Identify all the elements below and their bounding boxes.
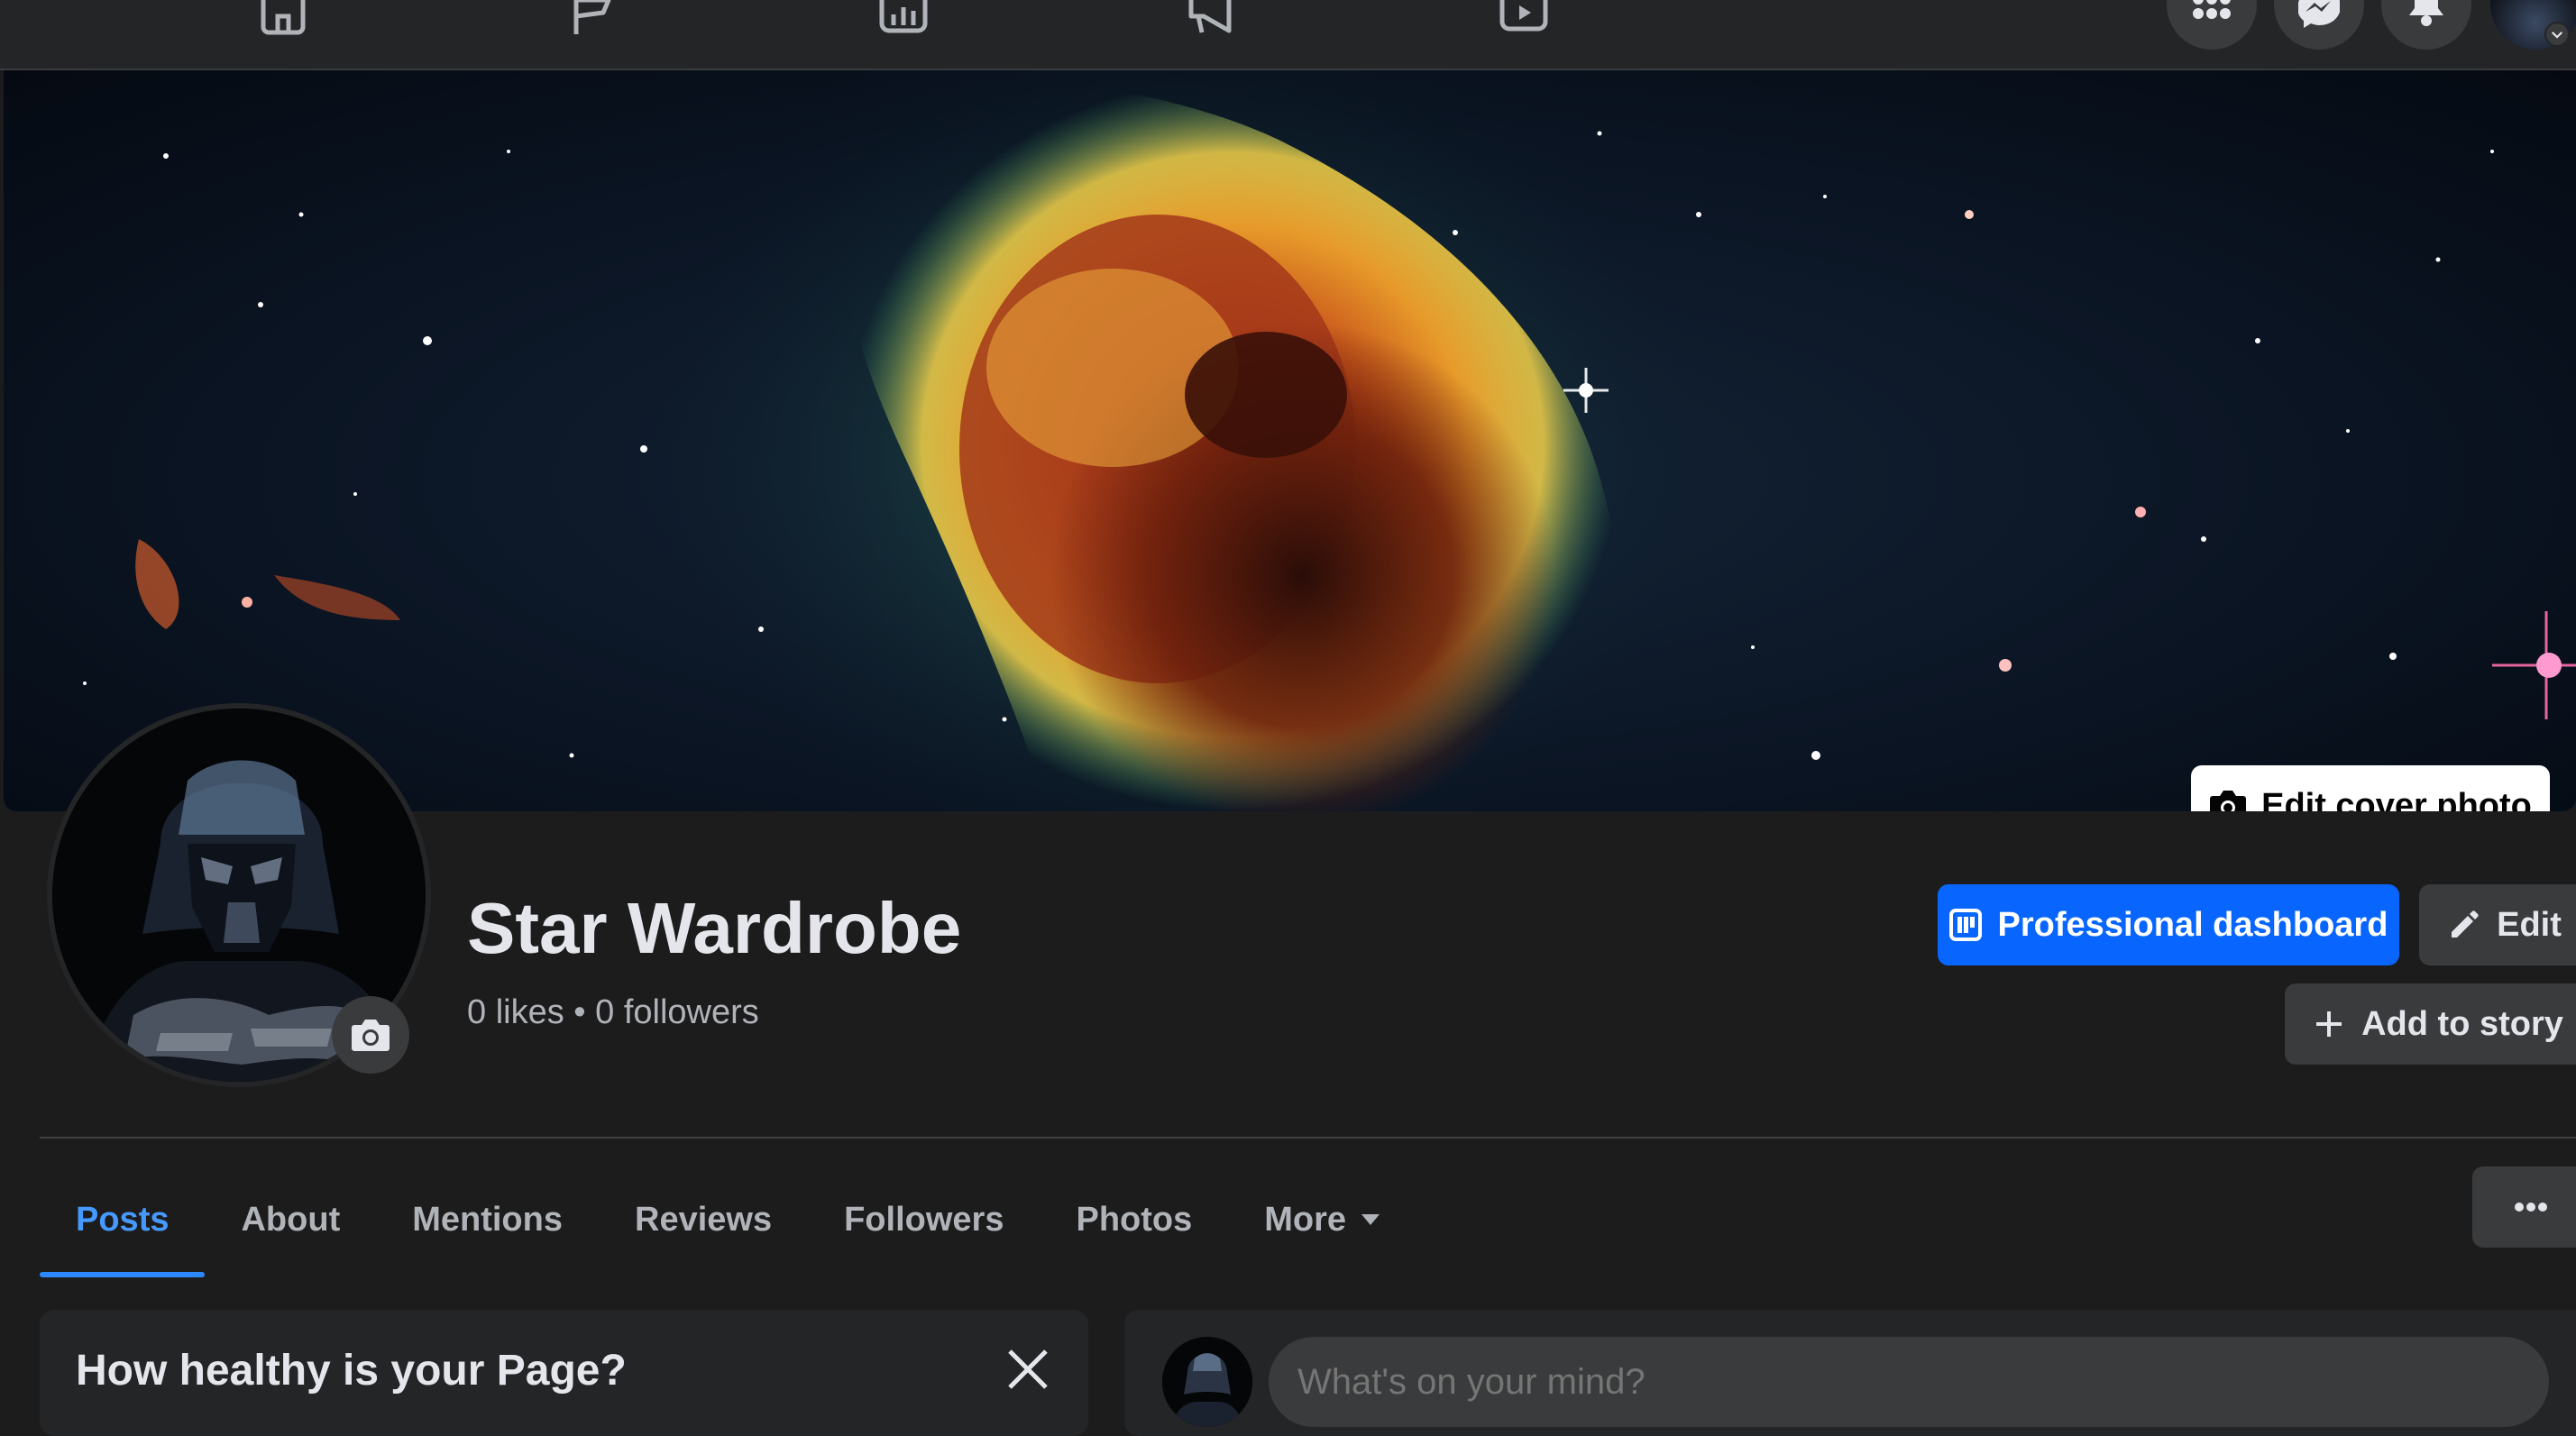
flag-icon[interactable] [564, 0, 621, 40]
tab-more[interactable]: More [1228, 1167, 1416, 1272]
plus-icon [2316, 1011, 2342, 1037]
home-icon[interactable] [254, 0, 312, 40]
edit-cover-label: Edit cover photo [2261, 786, 2532, 812]
tab-label: More [1264, 1200, 1347, 1239]
add-to-story-button[interactable]: Add to story [2285, 983, 2576, 1065]
bell-icon[interactable] [2381, 0, 2471, 50]
post-composer-card [1124, 1310, 2576, 1436]
insights-icon[interactable] [875, 0, 932, 40]
tab-label: About [241, 1200, 341, 1239]
cover-photo: Edit cover photo [4, 70, 2576, 811]
professional-dashboard-button[interactable]: Professional dashboard [1938, 884, 2399, 965]
whats-on-your-mind-input[interactable] [1269, 1337, 2549, 1427]
tab-label: Followers [844, 1200, 1004, 1239]
camera-icon [352, 1020, 390, 1051]
edit-label: Edit [2497, 905, 2562, 944]
tab-label: Photos [1076, 1200, 1193, 1239]
tab-label: Reviews [635, 1200, 773, 1239]
edit-button[interactable]: Edit [2419, 884, 2576, 965]
video-icon[interactable] [1495, 0, 1553, 40]
ellipsis-icon [2515, 1203, 2547, 1212]
tab-posts[interactable]: Posts [40, 1167, 206, 1277]
page-tabs: Posts About Mentions Reviews Followers P… [40, 1167, 1416, 1277]
professional-dashboard-label: Professional dashboard [1997, 905, 2388, 944]
stats-separator: • [564, 993, 596, 1031]
grid-menu-icon[interactable] [2167, 0, 2257, 50]
followers-count[interactable]: 0 followers [595, 993, 759, 1032]
composer-avatar [1162, 1337, 1252, 1427]
megaphone-icon[interactable] [1184, 0, 1242, 40]
page-health-title: How healthy is your Page? [76, 1347, 627, 1395]
tab-mentions[interactable]: Mentions [376, 1167, 599, 1272]
tab-followers[interactable]: Followers [808, 1167, 1040, 1272]
camera-icon [2210, 791, 2247, 811]
chevron-down-icon[interactable] [2544, 22, 2570, 47]
likes-count[interactable]: 0 likes [467, 993, 564, 1032]
page-health-card: How healthy is your Page? [40, 1310, 1088, 1436]
nebula-image [83, 70, 2576, 811]
tab-label: Mentions [412, 1200, 563, 1239]
tab-about[interactable]: About [205, 1167, 376, 1272]
update-profile-picture-button[interactable] [332, 996, 409, 1074]
page-stats: 0 likes • 0 followers [467, 993, 759, 1032]
tab-reviews[interactable]: Reviews [599, 1167, 808, 1272]
caret-down-icon [1361, 1214, 1380, 1225]
header-divider [40, 1137, 2576, 1139]
dashboard-icon [1948, 909, 1982, 941]
tab-photos[interactable]: Photos [1040, 1167, 1228, 1272]
pencil-icon [2452, 910, 2479, 938]
tab-label: Posts [76, 1200, 170, 1239]
close-icon[interactable] [999, 1340, 1057, 1398]
add-to-story-label: Add to story [2361, 1004, 2563, 1043]
top-navigation-bar [0, 0, 2576, 70]
page-title: Star Wardrobe [467, 888, 962, 968]
messenger-icon[interactable] [2274, 0, 2364, 50]
edit-cover-photo-button[interactable]: Edit cover photo [2191, 765, 2550, 811]
more-options-button[interactable] [2472, 1166, 2576, 1248]
